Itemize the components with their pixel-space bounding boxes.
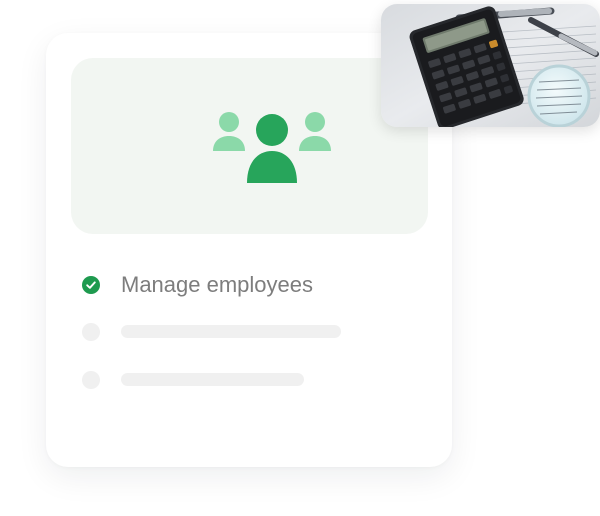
checklist-item-3 (82, 368, 100, 392)
check-circle-icon (82, 276, 100, 294)
placeholder-bar (121, 325, 341, 338)
team-group-icon (213, 112, 331, 183)
checklist-item-1-label: Manage employees (121, 272, 314, 297)
placeholder-dot (82, 371, 100, 389)
placeholder-bar (121, 373, 304, 386)
checklist-item-1 (82, 273, 100, 297)
hero-panel (71, 58, 428, 234)
checklist-item-2 (82, 320, 100, 344)
stage: Manage employees (0, 0, 600, 516)
calculator-photo (381, 4, 600, 127)
placeholder-dot (82, 323, 100, 341)
